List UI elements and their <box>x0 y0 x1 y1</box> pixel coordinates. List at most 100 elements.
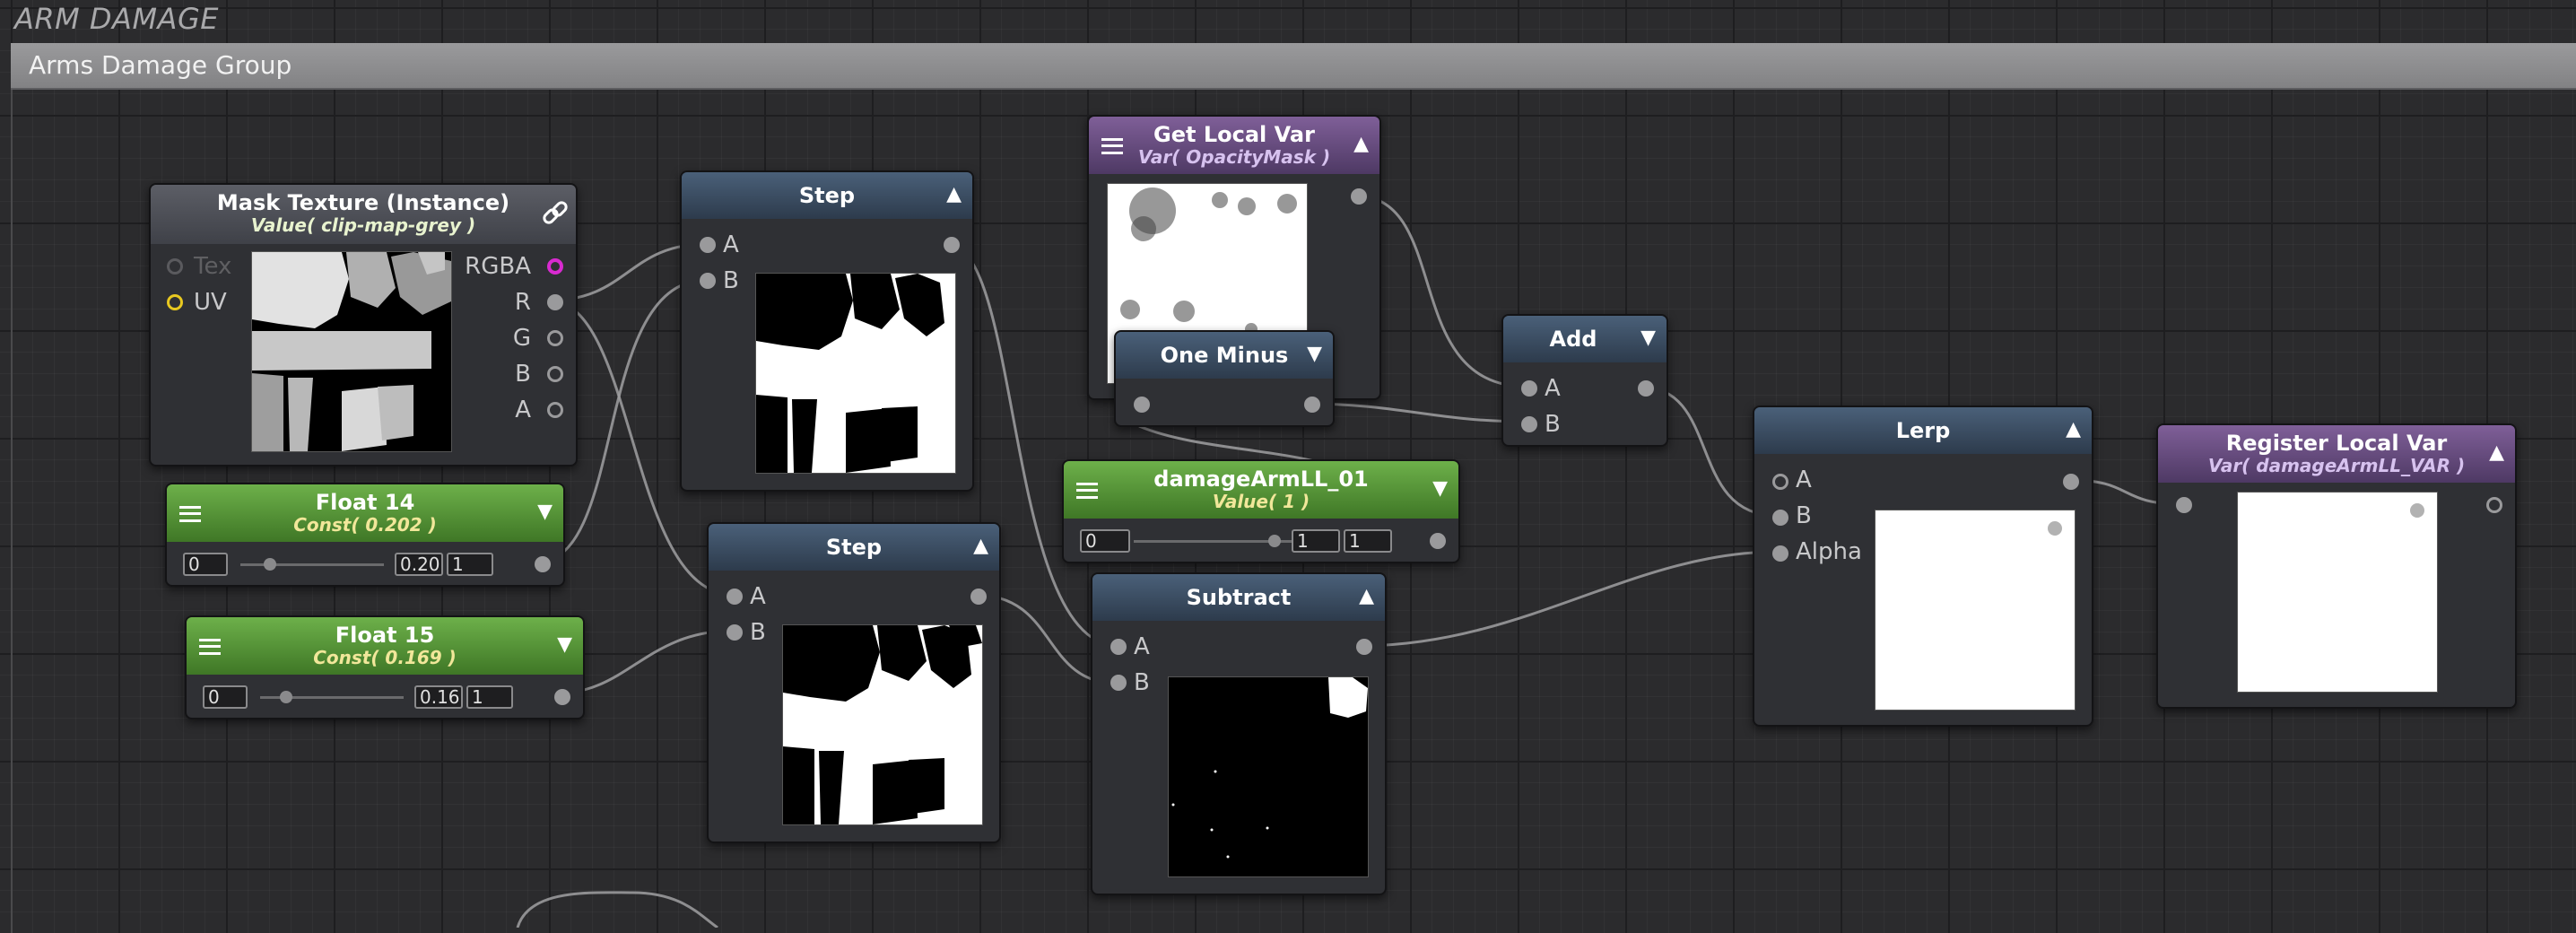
menu-icon[interactable] <box>179 506 201 522</box>
lerp-alpha-input-pin[interactable] <box>1772 545 1788 562</box>
node-header[interactable]: Step <box>709 524 999 571</box>
value-field[interactable]: 0.16 <box>414 685 463 709</box>
max-field[interactable]: 1 <box>1344 529 1392 553</box>
one-minus-output-pin[interactable] <box>1304 397 1320 413</box>
a-output-pin[interactable] <box>547 402 563 418</box>
collapse-up-icon[interactable]: ▲ <box>973 535 988 557</box>
collapse-down-icon[interactable]: ▼ <box>537 501 553 523</box>
add-a-input-pin[interactable] <box>1521 380 1537 397</box>
float15-node[interactable]: Float 15 Const( 0.169 ) ▼ 0 0.16 1 <box>185 615 585 719</box>
step-node-2[interactable]: Step ▲ A B <box>707 522 1001 843</box>
node-title: Get Local Var <box>1153 122 1315 147</box>
get-local-var-output-pin[interactable] <box>1351 188 1367 205</box>
node-subtitle: Value( clip-map-grey ) <box>250 214 476 236</box>
slider-knob[interactable] <box>280 691 292 703</box>
b-output-pin[interactable] <box>547 366 563 382</box>
node-header[interactable]: Subtract <box>1092 574 1385 621</box>
node-title: Float 15 <box>335 623 435 648</box>
min-field[interactable]: 0 <box>203 685 248 709</box>
collapse-down-icon[interactable]: ▼ <box>557 633 572 656</box>
node-header[interactable]: One Minus <box>1116 332 1333 379</box>
node-header[interactable]: Float 14 Const( 0.202 ) <box>167 484 563 542</box>
node-subtitle: Value( 1 ) <box>1212 491 1310 512</box>
step1-output-pin[interactable] <box>944 237 960 253</box>
value-slider[interactable] <box>240 563 384 566</box>
step2-b-input-pin[interactable] <box>727 624 743 641</box>
step1-preview <box>755 273 956 474</box>
collapse-down-icon[interactable]: ▼ <box>1307 343 1322 365</box>
collapse-up-icon[interactable]: ▲ <box>946 183 962 205</box>
register-local-var-output-pin[interactable] <box>2486 497 2502 513</box>
node-header[interactable]: Float 15 Const( 0.169 ) <box>187 617 583 675</box>
subtract-a-input-pin[interactable] <box>1110 639 1127 655</box>
max-field[interactable]: 1 <box>466 685 513 709</box>
collapse-down-icon[interactable]: ▼ <box>1432 477 1448 500</box>
node-title: Mask Texture (Instance) <box>216 190 510 215</box>
min-field[interactable]: 0 <box>183 553 228 576</box>
subtract-node[interactable]: Subtract ▲ A B <box>1091 572 1387 895</box>
input-label-b: B <box>1796 502 1812 529</box>
collapse-up-icon[interactable]: ▲ <box>2066 418 2081 440</box>
a-output-label: A <box>515 397 531 423</box>
step-node-1[interactable]: Step ▲ A B <box>680 170 974 492</box>
max-field[interactable]: 1 <box>447 553 493 576</box>
node-title: Float 14 <box>315 490 415 515</box>
wire-offscreen <box>516 891 718 928</box>
collapse-up-icon[interactable]: ▲ <box>2489 441 2504 464</box>
one-minus-input-pin[interactable] <box>1134 397 1150 413</box>
one-minus-node[interactable]: One Minus ▼ <box>1114 330 1335 427</box>
mask-texture-node[interactable]: Mask Texture (Instance) Value( clip-map-… <box>149 183 578 466</box>
add-b-input-pin[interactable] <box>1521 416 1537 432</box>
wire-subtract-to-lerp-alpha <box>1358 550 1779 648</box>
damage-arm-value-node[interactable]: damageArmLL_01 Value( 1 ) ▼ 0 1 1 <box>1062 459 1460 563</box>
value-field[interactable]: 0.20 <box>395 553 443 576</box>
slider-knob[interactable] <box>264 558 276 571</box>
min-field[interactable]: 0 <box>1080 529 1130 553</box>
node-header[interactable]: Step <box>682 172 972 219</box>
link-icon[interactable] <box>540 199 570 230</box>
g-output-label: G <box>512 325 531 352</box>
input-label-a: A <box>750 583 766 610</box>
node-header[interactable]: Register Local Var Var( damageArmLL_VAR … <box>2158 425 2515 483</box>
node-header[interactable]: Get Local Var Var( OpacityMask ) <box>1089 117 1379 174</box>
rgba-output-label: RGBA <box>465 253 531 280</box>
register-local-var-input-pin[interactable] <box>2176 497 2192 513</box>
subtract-output-pin[interactable] <box>1356 639 1372 655</box>
node-title: One Minus <box>1160 343 1289 368</box>
damage-arm-output-pin[interactable] <box>1430 533 1446 549</box>
step2-output-pin[interactable] <box>970 589 987 605</box>
menu-icon[interactable] <box>199 639 221 655</box>
float14-output-pin[interactable] <box>535 556 551 572</box>
register-local-var-node[interactable]: Register Local Var Var( damageArmLL_VAR … <box>2156 423 2517 709</box>
lerp-a-input-pin[interactable] <box>1772 474 1788 490</box>
rgba-output-pin[interactable] <box>547 258 563 275</box>
float15-output-pin[interactable] <box>554 689 570 705</box>
slider-knob[interactable] <box>1268 535 1281 547</box>
g-output-pin[interactable] <box>547 330 563 346</box>
add-output-pin[interactable] <box>1638 380 1654 397</box>
lerp-output-pin[interactable] <box>2063 474 2079 490</box>
collapse-up-icon[interactable]: ▲ <box>1353 133 1369 155</box>
subtract-b-input-pin[interactable] <box>1110 675 1127 691</box>
lerp-b-input-pin[interactable] <box>1772 510 1788 526</box>
add-node[interactable]: Add ▼ A B <box>1501 314 1668 447</box>
collapse-down-icon[interactable]: ▼ <box>1640 327 1656 349</box>
node-header[interactable]: damageArmLL_01 Value( 1 ) <box>1064 461 1458 519</box>
step2-preview <box>782 624 983 825</box>
step1-b-input-pin[interactable] <box>700 273 716 289</box>
tex-input-label: Tex <box>194 253 232 280</box>
r-output-pin[interactable] <box>547 294 563 310</box>
value-field[interactable]: 1 <box>1292 529 1340 553</box>
float14-node[interactable]: Float 14 Const( 0.202 ) ▼ 0 0.20 1 <box>165 483 565 587</box>
uv-input-pin[interactable] <box>167 294 183 310</box>
node-header[interactable]: Lerp <box>1754 407 2092 454</box>
tex-input-pin[interactable] <box>167 258 183 275</box>
collapse-up-icon[interactable]: ▲ <box>1359 585 1374 607</box>
step1-a-input-pin[interactable] <box>700 237 716 253</box>
menu-icon[interactable] <box>1076 483 1098 499</box>
node-subtitle: Const( 0.169 ) <box>313 647 457 668</box>
lerp-node[interactable]: Lerp ▲ A B Alpha <box>1753 405 2093 727</box>
menu-icon[interactable] <box>1101 138 1123 154</box>
step2-a-input-pin[interactable] <box>727 589 743 605</box>
node-header[interactable]: Mask Texture (Instance) Value( clip-map-… <box>151 185 576 244</box>
